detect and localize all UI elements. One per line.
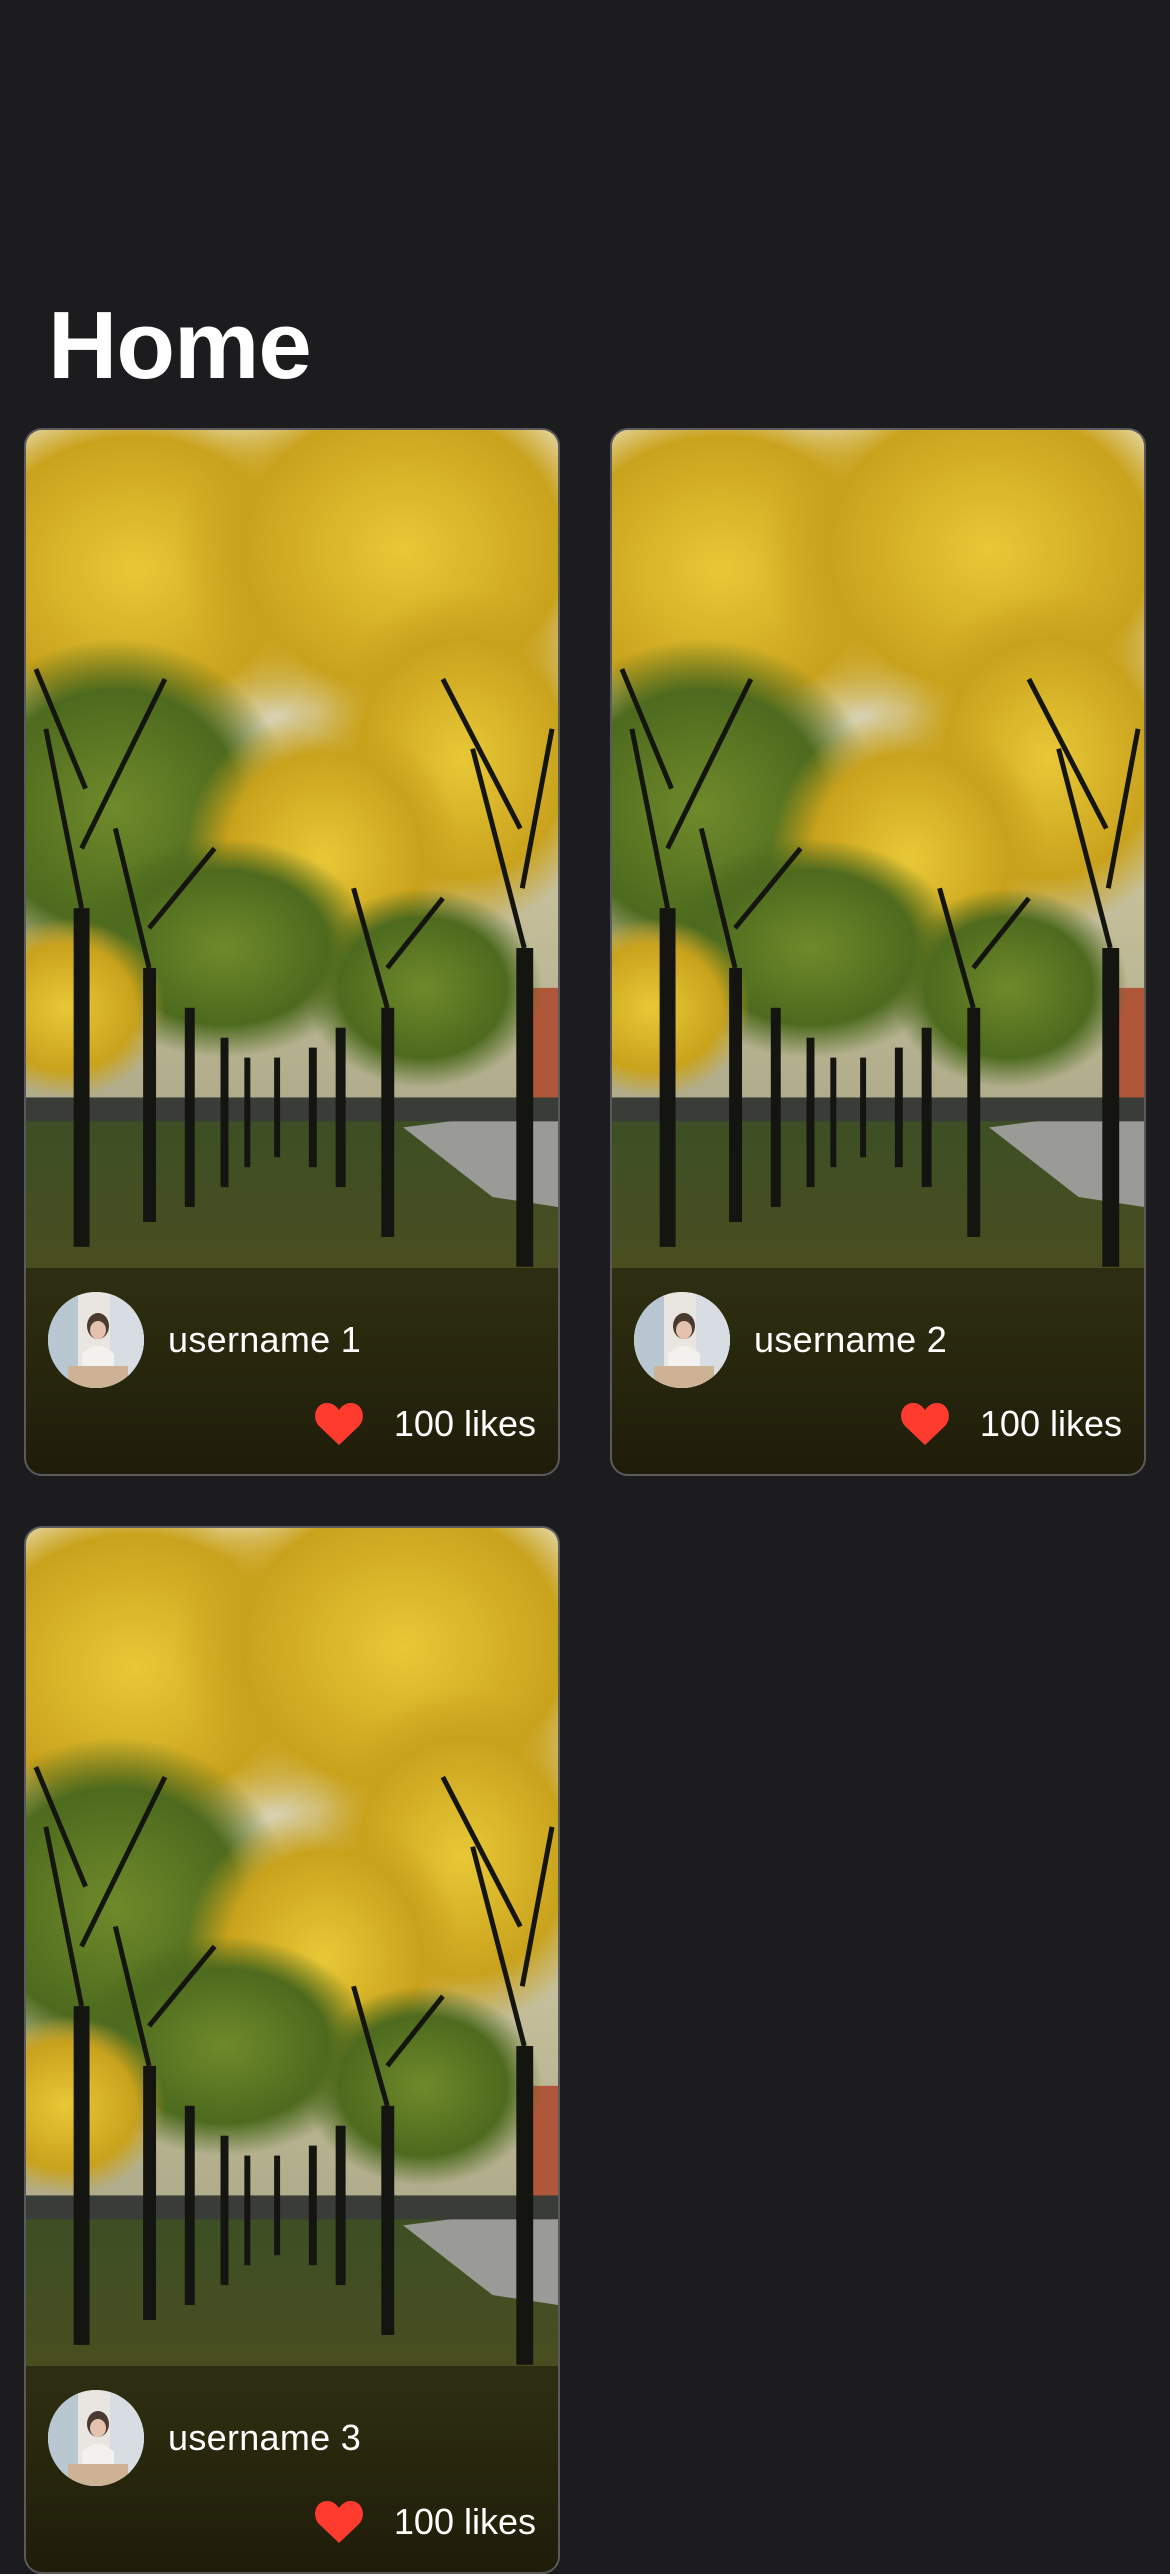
likes-count: 100 likes [979,1403,1122,1444]
heart-icon[interactable] [314,2499,364,2545]
likes-row: 100 likes [314,1398,536,1450]
post-footer: username 2 100 likes [612,1268,1144,1474]
likes-row: 100 likes [314,2496,536,2548]
post-card[interactable]: username 3 100 likes [24,1526,560,2574]
heart-icon[interactable] [314,1401,364,1447]
username-label[interactable]: username 1 [168,1316,361,1364]
feed-grid: username 1 100 likes username 2 100 like… [24,428,1146,2574]
likes-count: 100 likes [393,2501,536,2542]
likes-row: 100 likes [900,1398,1122,1450]
likes-count: 100 likes [393,1403,536,1444]
heart-icon[interactable] [900,1401,950,1447]
post-card[interactable]: username 1 100 likes [24,428,560,1476]
post-card[interactable]: username 2 100 likes [610,428,1146,1476]
username-label[interactable]: username 3 [168,2414,361,2462]
avatar[interactable] [634,1292,730,1388]
post-footer: username 3 100 likes [26,2366,558,2572]
page-title: Home [48,292,312,399]
post-footer: username 1 100 likes [26,1268,558,1474]
avatar[interactable] [48,1292,144,1388]
avatar[interactable] [48,2390,144,2486]
username-label[interactable]: username 2 [754,1316,947,1364]
